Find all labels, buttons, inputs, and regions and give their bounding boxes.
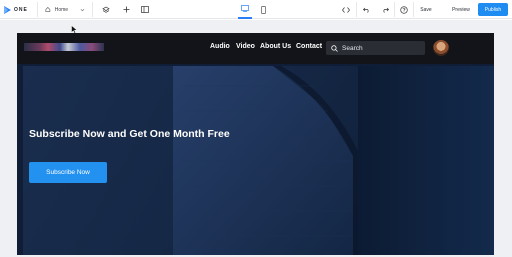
- search-input[interactable]: Search: [326, 41, 425, 55]
- home-icon: [45, 7, 51, 12]
- redo-button[interactable]: [379, 0, 391, 19]
- toolbar-divider: [394, 2, 395, 17]
- help-button[interactable]: [398, 0, 410, 19]
- toolbar-divider: [356, 2, 357, 17]
- page-selector-label: Home: [54, 6, 69, 13]
- mobile-view-button[interactable]: [257, 0, 269, 19]
- undo-icon: [362, 7, 369, 13]
- desktop-view-button[interactable]: [238, 0, 252, 19]
- help-icon: [400, 5, 408, 14]
- search-placeholder: Search: [342, 44, 363, 52]
- app-logo: ONE: [4, 0, 30, 19]
- hero-title: Subscribe Now and Get One Month Free: [29, 128, 230, 140]
- layers-icon: [102, 6, 110, 13]
- redo-icon: [382, 7, 389, 13]
- app-name: ONE: [14, 6, 28, 13]
- code-view-button[interactable]: [340, 0, 352, 19]
- layout-settings-icon: [141, 6, 149, 13]
- nav-item-contact[interactable]: Contact: [296, 43, 322, 50]
- nav-item-video[interactable]: Video: [236, 43, 255, 50]
- subscribe-button[interactable]: Subscribe Now: [29, 162, 107, 183]
- site-preview-frame: Audio Video About Us Contact Search Subs…: [17, 33, 494, 255]
- toolbar-divider: [92, 2, 93, 17]
- chevron-down-icon: [80, 8, 85, 11]
- nav-item-about-us[interactable]: About Us: [260, 43, 291, 50]
- search-icon: [331, 44, 338, 52]
- mobile-icon: [260, 5, 266, 14]
- undo-button[interactable]: [360, 0, 372, 19]
- toolbar-divider: [37, 2, 38, 17]
- editor-toolbar: ONE Home Save Preview Publish: [0, 0, 512, 19]
- hero-background-image: [173, 66, 494, 255]
- plus-icon: [123, 6, 129, 13]
- code-icon: [342, 6, 350, 13]
- layers-button[interactable]: [100, 0, 112, 19]
- nav-item-audio[interactable]: Audio: [210, 43, 230, 50]
- avatar[interactable]: [433, 40, 449, 56]
- hero-section: Subscribe Now and Get One Month Free Sub…: [23, 66, 494, 255]
- save-button[interactable]: Save: [416, 0, 436, 19]
- site-header: Audio Video About Us Contact Search: [17, 33, 494, 64]
- desktop-icon: [241, 5, 249, 12]
- page-settings-button[interactable]: [139, 0, 151, 19]
- toolbar-divider: [413, 2, 414, 17]
- site-logo[interactable]: [24, 43, 104, 51]
- preview-button[interactable]: Preview: [448, 0, 474, 19]
- page-selector[interactable]: Home: [45, 0, 85, 19]
- logo-mark-icon: [4, 5, 11, 14]
- add-element-button[interactable]: [120, 0, 132, 19]
- publish-button[interactable]: Publish: [478, 3, 508, 16]
